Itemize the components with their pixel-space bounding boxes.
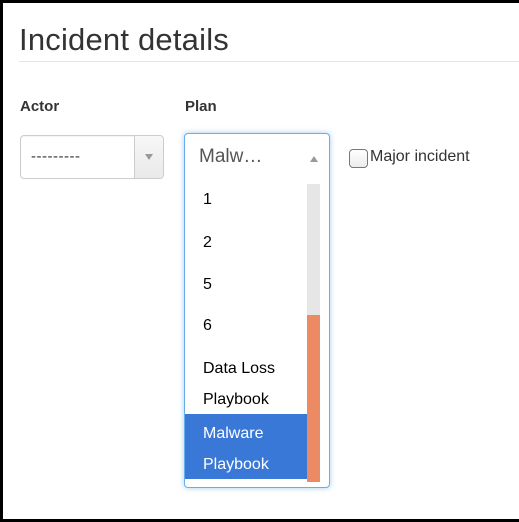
actor-select[interactable]: --------- — [20, 135, 164, 179]
plan-option-5[interactable]: 5 — [185, 269, 307, 310]
actor-label: Actor — [20, 98, 60, 115]
plan-option-6[interactable]: 6 — [185, 310, 307, 351]
chevron-up-icon[interactable] — [310, 156, 318, 162]
plan-option-2[interactable]: 2 — [185, 227, 307, 269]
page-title: Incident details — [19, 22, 229, 57]
plan-options-list: 1 2 5 6 Data Loss Playbook Malware Playb… — [185, 182, 307, 479]
plan-option-data-loss-playbook[interactable]: Data Loss Playbook — [185, 351, 307, 414]
major-incident-checkbox[interactable] — [349, 149, 368, 168]
major-incident-label[interactable]: Major incident — [370, 148, 470, 166]
plan-select-value: Malw… — [199, 146, 263, 167]
plan-label: Plan — [185, 98, 217, 115]
actor-dropdown-toggle[interactable] — [134, 136, 163, 178]
title-divider — [19, 61, 519, 62]
plan-option-1[interactable]: 1 — [185, 182, 307, 227]
actor-select-value: --------- — [31, 148, 81, 165]
plan-option-malware-playbook[interactable]: Malware Playbook — [185, 414, 307, 479]
plan-scrollbar-thumb[interactable] — [307, 315, 320, 482]
chevron-down-icon — [145, 154, 153, 160]
plan-select[interactable]: Malw… 1 2 5 6 Data Loss Playbook Malware… — [184, 133, 330, 488]
